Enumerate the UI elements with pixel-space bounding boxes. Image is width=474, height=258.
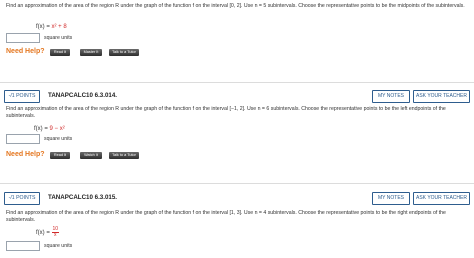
units-label-2: square units xyxy=(44,136,73,142)
function-fraction: 10 x xyxy=(51,227,60,238)
question-header-3: -/1 POINTS TANAPCALC10 6.3.015. MY NOTES… xyxy=(0,191,474,205)
problem-text-3: Find an approximation of the area of the… xyxy=(6,210,446,223)
units-label-3: square units xyxy=(44,243,73,249)
function-lhs: f(x) = xyxy=(36,24,52,30)
divider xyxy=(0,82,474,83)
question-header-2: -/1 POINTS TANAPCALC10 6.3.014. MY NOTES… xyxy=(0,89,474,103)
function-rhs: x² + 8 xyxy=(51,24,67,30)
function-3: f(x) = 10 x xyxy=(36,227,60,238)
ask-teacher-button[interactable]: ASK YOUR TEACHER xyxy=(413,90,470,103)
read-it-button[interactable]: Read It xyxy=(50,152,70,159)
points-badge: -/1 POINTS xyxy=(4,90,40,103)
points-badge: -/1 POINTS xyxy=(4,192,40,205)
talk-to-tutor-button[interactable]: Talk to a Tutor xyxy=(109,152,139,159)
units-label-1: square units xyxy=(44,35,73,41)
problem-text-2: Find an approximation of the area of the… xyxy=(6,106,446,119)
divider xyxy=(0,183,474,184)
function-2: f(x) = 9 − x² xyxy=(34,126,65,132)
ask-teacher-button[interactable]: ASK YOUR TEACHER xyxy=(413,192,470,205)
talk-to-tutor-button[interactable]: Talk to a Tutor xyxy=(109,49,139,56)
read-it-button[interactable]: Read It xyxy=(50,49,70,56)
fraction-denominator: x xyxy=(54,232,57,238)
answer-input-3[interactable] xyxy=(6,241,40,251)
need-help-label-1: Need Help? xyxy=(6,48,45,55)
watch-it-button[interactable]: Watch It xyxy=(80,152,102,159)
function-lhs: f(x) = xyxy=(34,126,50,132)
function-1: f(x) = x² + 8 xyxy=(36,24,67,30)
master-it-button[interactable]: Master It xyxy=(80,49,102,56)
question-id: TANAPCALC10 6.3.014. xyxy=(48,92,118,99)
function-lhs: f(x) = xyxy=(36,230,52,237)
function-rhs: 9 − x² xyxy=(49,126,65,132)
question-id: TANAPCALC10 6.3.015. xyxy=(48,194,118,201)
my-notes-button[interactable]: MY NOTES xyxy=(372,192,410,205)
problem-text-1: Find an approximation of the area of the… xyxy=(6,3,465,9)
answer-input-1[interactable] xyxy=(6,33,40,43)
my-notes-button[interactable]: MY NOTES xyxy=(372,90,410,103)
need-help-label-2: Need Help? xyxy=(6,151,45,158)
answer-input-2[interactable] xyxy=(6,134,40,144)
